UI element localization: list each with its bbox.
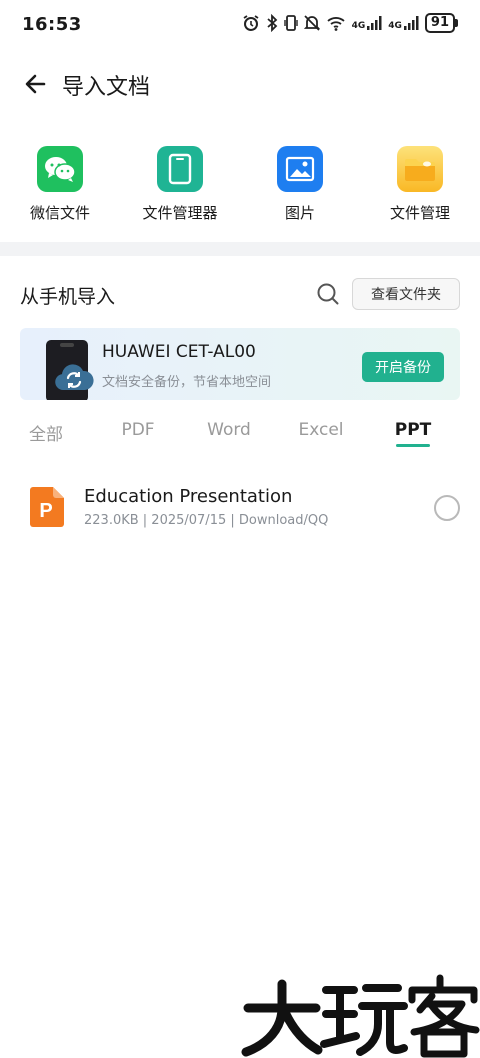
wifi-icon [326,17,345,31]
device-name: HUAWEI CET-AL00 [102,342,256,362]
source-label: 文件管理 [389,204,450,222]
source-label: 文件管理器 [142,204,218,222]
battery-level: 91 [424,13,455,33]
section-head: 从手机导入 查看文件夹 [0,276,480,310]
tablet-icon [157,146,203,192]
battery-tip [455,19,458,27]
tab-ppt[interactable]: PPT [395,420,432,440]
arrow-left-icon [25,74,46,94]
mute-icon [303,15,320,31]
signal-icon [403,16,419,30]
header: 导入文档 [0,64,480,104]
picture-icon [277,146,323,192]
search-button[interactable] [316,282,340,306]
file-list: P Education Presentation 223.0KB | 2025/… [0,482,480,536]
ppt-letter: P [39,500,52,522]
view-folder-button[interactable]: 查看文件夹 [352,278,460,310]
signal-icon [367,16,382,30]
active-tab-indicator [396,444,430,447]
file-name: Education Presentation [84,486,293,507]
source-label: 微信文件 [29,204,90,222]
enable-backup-button[interactable]: 开启备份 [362,352,444,382]
file-select-radio[interactable] [434,495,460,521]
vibrate-icon [283,15,298,31]
source-file-manager-app[interactable]: 文件管理器 [120,146,240,223]
network-type-2: 4G [388,21,402,31]
back-button[interactable] [22,70,50,98]
source-files[interactable]: 文件管理 [360,146,480,223]
tab-pdf[interactable]: PDF [121,420,154,440]
backup-description: 文档安全备份，节省本地空间 [102,375,272,390]
ppt-file-icon: P [30,487,64,527]
source-pictures[interactable]: 图片 [240,146,360,223]
folder-icon [397,146,443,192]
source-label: 图片 [284,204,315,222]
file-row[interactable]: P Education Presentation 223.0KB | 2025/… [0,482,480,536]
tab-word[interactable]: Word [207,420,251,440]
page-title: 导入文档 [62,75,151,100]
tab-all[interactable]: 全部 [29,420,63,445]
watermark-logo [241,974,480,1058]
search-icon [317,283,339,305]
status-bar: 16:53 4G 4G 91 [0,0,480,48]
tab-excel[interactable]: Excel [298,420,343,440]
section-divider [0,242,480,256]
wechat-icon [37,146,83,192]
alarm-icon [243,15,259,31]
cloud-sync-icon [55,364,94,390]
source-wechat-files[interactable]: 微信文件 [0,146,120,223]
file-type-tabs: 全部 PDF Word Excel PPT [0,416,480,450]
quick-sources: 微信文件 文件管理器 图片 文件管理 [0,146,480,226]
status-icons: 4G 4G 91 [242,13,458,33]
section-title: 从手机导入 [20,286,116,308]
backup-card: HUAWEI CET-AL00 文档安全备份，节省本地空间 开启备份 [20,328,460,400]
status-time: 16:53 [22,14,82,35]
file-meta: 223.0KB | 2025/07/15 | Download/QQ [84,513,329,528]
network-type-1: 4G [351,21,366,31]
bluetooth-icon [267,14,277,32]
battery-icon: 91 [424,13,458,33]
